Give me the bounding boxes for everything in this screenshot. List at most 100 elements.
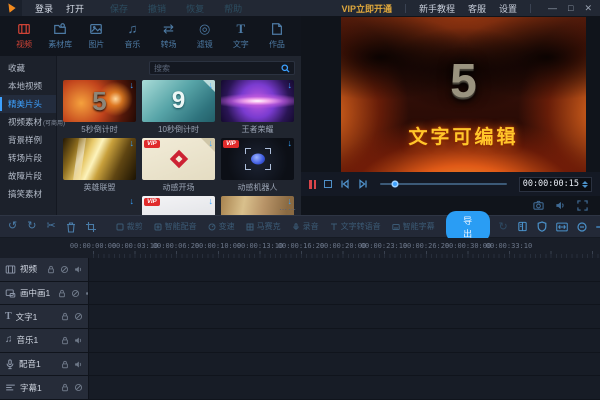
tab-text[interactable]: T 文字 [223,22,259,50]
fit-timeline-icon[interactable] [556,222,568,232]
settings-button[interactable]: 设置 [499,2,517,15]
panel-resize-handle[interactable]: ⋯⋯ [279,205,297,214]
record-audio-button[interactable]: 录音 [292,221,319,232]
lock-icon[interactable] [58,289,66,298]
download-icon[interactable]: ↓ [288,80,293,90]
download-icon[interactable]: ↓ [209,138,214,148]
mosaic-button[interactable]: 马赛克 [246,221,281,232]
mute-icon[interactable] [74,265,83,274]
track-lane[interactable] [88,258,600,281]
editable-text-caption[interactable]: 文字可编辑 [341,122,586,149]
download-icon[interactable]: ↓ [209,80,214,90]
download-icon[interactable]: ↓ [130,138,135,148]
sidebar-item-background-samples[interactable]: 背景样例 [0,131,56,149]
shield-icon[interactable] [537,221,547,232]
sidebar-item-intros[interactable]: 精美片头 [0,95,56,113]
lock-icon[interactable] [61,312,69,321]
track-lane[interactable] [88,329,600,352]
sidebar-item-glitch-clips[interactable]: 故障片段 [0,167,56,185]
tutorial-button[interactable]: 新手教程 [419,2,455,15]
fullscreen-icon[interactable] [577,200,588,211]
template-partial-1[interactable]: ↓ [63,196,136,215]
snapshot-icon[interactable] [533,200,544,211]
previous-frame-button[interactable] [340,179,350,189]
support-button[interactable]: 客服 [468,2,486,15]
login-button[interactable]: 登录 [35,2,53,15]
tab-filter[interactable]: ◎ 滤镜 [187,22,223,50]
track-lane[interactable] [88,305,600,328]
download-icon[interactable]: ↓ [209,196,214,206]
text-to-speech-button[interactable]: 文字转语音 [330,221,381,232]
track-lane[interactable] [88,282,600,305]
vip-upgrade-button[interactable]: VIP立即开通 [341,2,392,15]
redo-icon[interactable]: ↻ [27,221,36,232]
split-scissors-icon[interactable]: ✂ [46,221,55,232]
tab-works[interactable]: 作品 [259,22,295,50]
hide-icon[interactable] [71,289,80,298]
timeline-ruler[interactable]: 00:00:00:00 00:00:03:10 00:00:06:20 00:0… [0,238,600,258]
sidebar-item-video-assets[interactable]: 视频素材(可商用) [0,113,56,131]
template-10s-countdown[interactable]: 9↓ 10秒倒计时 [142,80,215,135]
seek-slider[interactable] [380,183,507,185]
template-kings-glory[interactable]: ↓ 王者荣耀 [221,80,294,135]
menu-item-help[interactable]: 帮助 [224,2,242,15]
timeline-zoom-slider[interactable] [596,226,600,228]
sidebar-item-favorites[interactable]: 收藏 [0,59,56,77]
open-button[interactable]: 打开 [66,2,84,15]
sidebar-item-transition-clips[interactable]: 转场片段 [0,149,56,167]
pause-button[interactable] [309,180,316,189]
tab-music[interactable]: ♫ 音乐 [114,22,150,50]
template-dynamic-opening[interactable]: VIP↓ 动感开场 [142,138,215,193]
sidebar-item-funny-assets[interactable]: 搞笑素材 [0,185,56,203]
auto-subtitle-button[interactable]: 智能字幕 [392,221,435,232]
preview-stage[interactable]: 5 文字可编辑 [341,17,586,172]
minimize-button[interactable]: — [548,3,557,14]
track-lane[interactable] [88,353,600,376]
download-icon[interactable]: ↓ [130,196,135,206]
tab-library[interactable]: 素材库 [42,22,78,50]
download-icon[interactable]: ↓ [288,138,293,148]
template-5s-countdown[interactable]: 5↓ 5秒倒计时 [63,80,136,135]
seek-handle[interactable] [392,181,399,188]
template-league[interactable]: ↓ 英雄联盟 [63,138,136,193]
lock-icon[interactable] [47,265,55,274]
lock-icon[interactable] [61,383,69,392]
speed-button[interactable]: 变速 [208,221,235,232]
zoom-out-icon[interactable] [577,222,587,232]
refresh-icon[interactable]: ↻ [499,220,508,233]
mute-icon[interactable] [74,360,83,369]
lock-icon[interactable] [61,336,69,345]
timecode-stepper[interactable] [582,181,588,188]
download-icon[interactable]: ↓ [288,196,293,206]
maximize-button[interactable]: □ [568,3,573,14]
hide-icon[interactable] [74,383,83,392]
tab-video[interactable]: 视频 [6,22,42,50]
mute-icon[interactable] [74,336,83,345]
sidebar-item-local-video[interactable]: 本地视频 [0,77,56,95]
close-button[interactable]: ✕ [584,3,592,14]
track-lane[interactable] [88,376,600,399]
menu-item-save[interactable]: 保存 [110,2,128,15]
tab-transition[interactable]: ⇄ 转场 [151,22,187,50]
tab-image[interactable]: 图片 [78,22,114,50]
undo-icon[interactable]: ↺ [8,221,17,232]
download-icon[interactable]: ↓ [130,80,135,90]
volume-icon[interactable] [555,200,566,211]
lock-icon[interactable] [61,360,69,369]
menu-item-undo[interactable]: 撤销 [148,2,166,15]
search-input[interactable] [154,64,281,73]
search-box[interactable] [149,61,295,75]
delete-trash-icon[interactable] [66,222,76,233]
template-partial-2[interactable]: VIP↓ [142,196,215,215]
crop-tool-button[interactable]: 裁剪 [116,221,143,232]
search-icon[interactable] [281,64,290,73]
stop-button[interactable] [324,180,332,188]
hide-icon[interactable] [74,312,83,321]
menu-item-redo[interactable]: 恢复 [186,2,204,15]
hide-icon[interactable] [60,265,69,274]
template-dynamic-robot[interactable]: VIP↓ 动感机器人 [221,138,294,193]
ai-dub-button[interactable]: 智能配音 [154,221,197,232]
crop-icon[interactable] [86,222,96,232]
notebook-icon[interactable] [517,221,528,232]
next-frame-button[interactable] [358,179,368,189]
